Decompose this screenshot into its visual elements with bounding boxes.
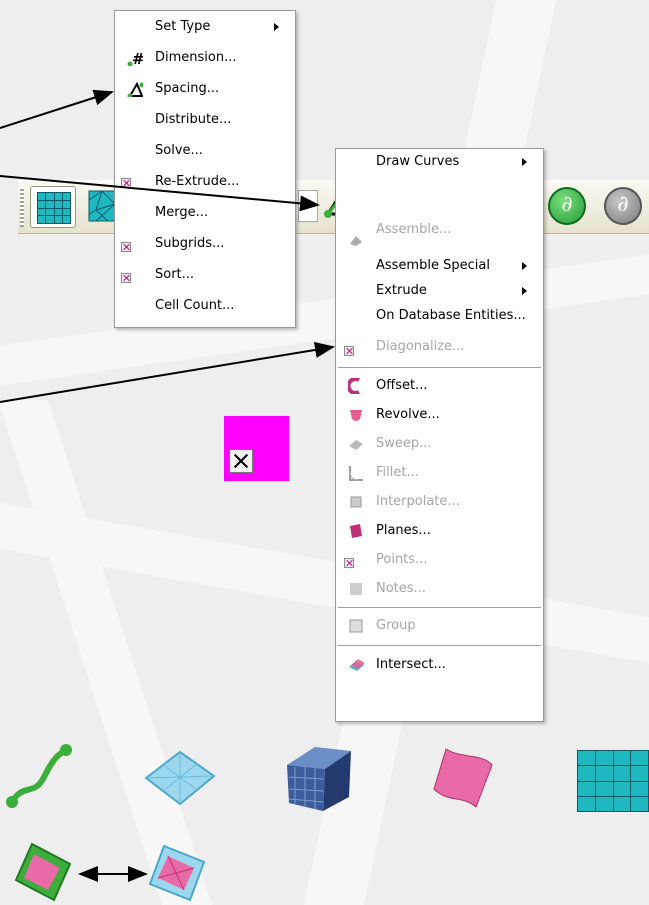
connector-curve-icon (6, 744, 72, 808)
arrow-to-diagonalize (0, 342, 335, 403)
unstructured-domain-icon (144, 750, 216, 806)
structured-domain-green-icon (14, 842, 72, 902)
block-icon (287, 747, 351, 811)
arrow-to-spacing (0, 89, 114, 129)
domain-surface-icon (433, 748, 493, 808)
arrow-to-toolbar-spacing (0, 175, 320, 212)
structured-domain-icon (577, 750, 649, 812)
unstructured-domain-pink-icon (148, 844, 206, 902)
